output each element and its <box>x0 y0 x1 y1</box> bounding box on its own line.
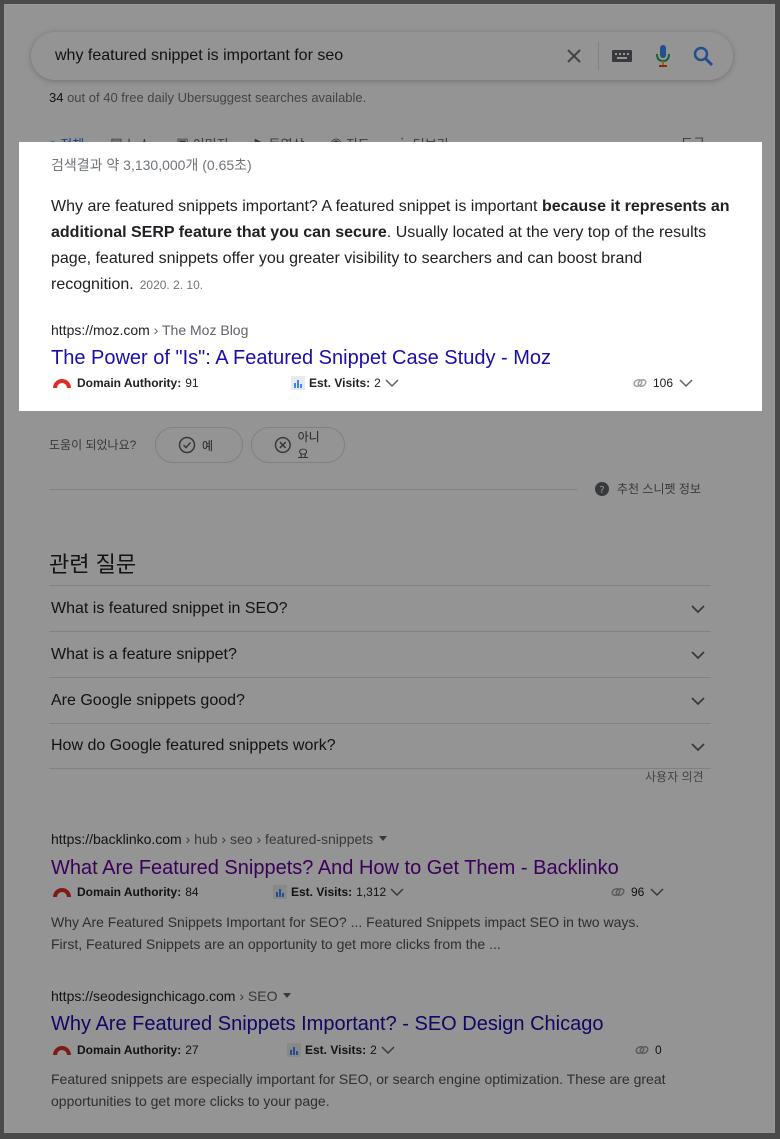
browser-frame: why featured snippet is important for se… <box>4 4 775 1133</box>
divider <box>49 489 577 490</box>
related-question[interactable]: What is featured snippet in SEO? <box>49 585 711 631</box>
est-visits[interactable]: Est. Visits: 1,312 <box>273 885 404 899</box>
close-icon[interactable] <box>564 46 584 66</box>
chevron-down-icon <box>691 697 705 706</box>
gauge-icon <box>53 1046 71 1055</box>
related-questions-title: 관련 질문 <box>49 552 137 577</box>
related-questions-list: What is featured snippet in SEO? What is… <box>49 585 711 769</box>
search-input[interactable]: why featured snippet is important for se… <box>55 47 343 65</box>
divider <box>598 42 599 70</box>
featured-snippet-text: Why are featured snippets important? A f… <box>51 198 730 293</box>
chevron-down-icon <box>385 379 399 388</box>
result-title-link[interactable]: What Are Featured Snippets? And How to G… <box>51 857 619 880</box>
est-visits[interactable]: Est. Visits: 2 <box>291 376 399 390</box>
chevron-down-icon <box>390 888 404 897</box>
link-icon <box>633 378 647 388</box>
chevron-down-icon <box>691 605 705 614</box>
search-box[interactable]: why featured snippet is important for se… <box>31 32 733 80</box>
gauge-icon <box>53 888 71 897</box>
backlinks-count[interactable]: 106 <box>633 376 693 390</box>
seo-metrics-bar: Domain Authority: 27 Est. Visits: 2 0 <box>51 1043 671 1061</box>
helpful-no-button[interactable]: 아니요 <box>251 427 345 463</box>
related-question[interactable]: What is a feature snippet? <box>49 631 711 677</box>
x-circle-icon <box>274 436 291 454</box>
mic-icon[interactable] <box>655 44 671 68</box>
featured-snippet-info[interactable]: ? 추천 스니펫 정보 <box>595 480 701 497</box>
caret-down-icon[interactable] <box>283 993 292 999</box>
check-circle-icon <box>178 436 196 454</box>
helpful-label: 도움이 되었나요? <box>49 438 137 452</box>
link-icon <box>611 887 625 897</box>
result-url: https://backlinko.com › hub › seo › feat… <box>51 831 388 847</box>
chevron-down-icon <box>650 888 664 897</box>
chart-icon <box>291 376 305 390</box>
result-title-link[interactable]: Why Are Featured Snippets Important? - S… <box>51 1013 604 1036</box>
result-snippet: Featured snippets are especially importa… <box>51 1071 666 1109</box>
svg-text:?: ? <box>599 485 604 496</box>
keyboard-icon[interactable] <box>611 47 633 65</box>
related-question[interactable]: How do Google featured snippets work? <box>49 723 711 769</box>
search-icon[interactable] <box>692 45 714 67</box>
chevron-down-icon <box>691 651 705 660</box>
link-icon <box>635 1045 649 1055</box>
gauge-icon <box>53 379 71 388</box>
result-url: https://seodesignchicago.com › SEO <box>51 988 292 1004</box>
backlinks-count[interactable]: 96 <box>611 885 664 899</box>
seo-metrics-bar: Domain Authority: 91 Est. Visits: 2 106 <box>51 376 711 394</box>
result-title-link[interactable]: The Power of "Is": A Featured Snippet Ca… <box>51 347 551 370</box>
chart-icon <box>287 1043 301 1057</box>
chevron-down-icon <box>679 379 693 388</box>
chevron-down-icon <box>691 743 705 752</box>
backlinks-count[interactable]: 0 <box>635 1043 662 1057</box>
helpful-yes-button[interactable]: 예 <box>155 427 243 463</box>
help-icon: ? <box>595 481 609 496</box>
ubersuggest-quota: 34 out of 40 free daily Ubersuggest sear… <box>49 90 367 105</box>
chevron-down-icon <box>381 1046 395 1055</box>
featured-snippet-card: 검색결과 약 3,130,000개 (0.65초) Why are featur… <box>19 142 762 411</box>
related-question[interactable]: Are Google snippets good? <box>49 677 711 723</box>
est-visits[interactable]: Est. Visits: 2 <box>287 1043 395 1057</box>
seo-metrics-bar: Domain Authority: 84 Est. Visits: 1,312 96 <box>51 885 671 903</box>
chart-icon <box>273 885 287 899</box>
result-stats: 검색결과 약 3,130,000개 (0.65초) <box>51 157 252 173</box>
caret-down-icon[interactable] <box>379 836 388 842</box>
result-url: https://moz.com › The Moz Blog <box>51 322 249 338</box>
feedback-link[interactable]: 사용자 의견 <box>645 768 704 785</box>
result-snippet: Why Are Featured Snippets Important for … <box>51 914 640 952</box>
